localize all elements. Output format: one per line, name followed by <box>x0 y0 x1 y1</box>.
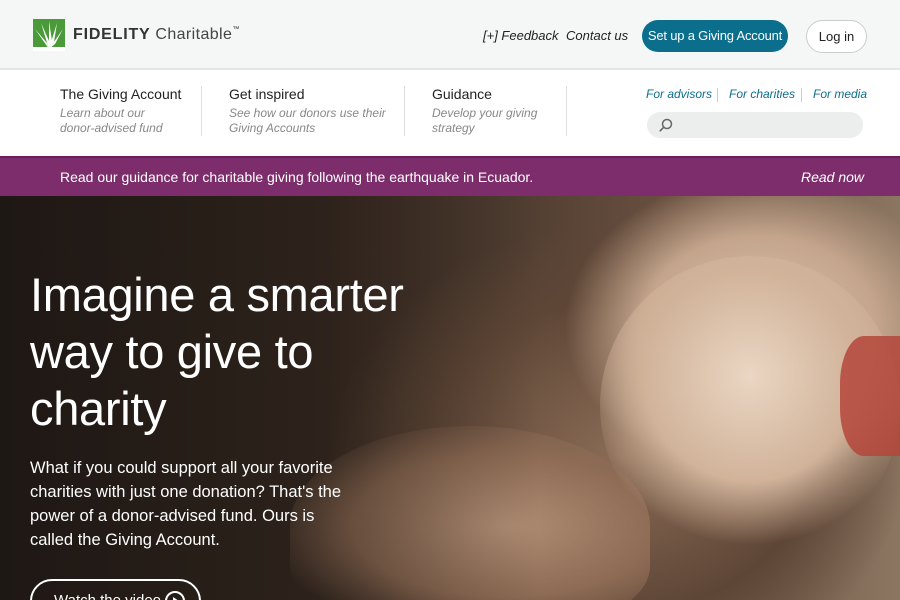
setup-giving-account-button[interactable]: Set up a Giving Account <box>642 20 788 52</box>
nav-item-desc: strategy <box>432 121 475 135</box>
nav-item-desc: Giving Accounts <box>229 121 316 135</box>
top-bar: FIDELITY Charitable™ [+] Feedback Contac… <box>0 0 900 70</box>
hero-title: Imagine a smarter way to give to charity <box>30 268 404 435</box>
alert-banner: Read our guidance for charitable giving … <box>0 156 900 196</box>
read-now-link[interactable]: Read now <box>801 169 864 185</box>
watch-video-button[interactable]: Watch the video <box>30 579 201 600</box>
for-advisors-link[interactable]: For advisors <box>646 87 712 101</box>
hero-subtitle: What if you could support all your favor… <box>30 459 342 549</box>
search-icon <box>659 118 673 132</box>
for-media-link[interactable]: For media <box>813 87 867 101</box>
logo-brand: FIDELITY <box>73 26 151 43</box>
nav-item-title: Get inspired <box>229 86 305 102</box>
nav-item-title: Guidance <box>432 86 492 102</box>
watch-video-label: Watch the video <box>54 592 161 600</box>
nav-item-desc: See how our donors use their <box>229 106 386 120</box>
for-charities-link[interactable]: For charities <box>729 87 795 101</box>
logo-product: Charitable <box>155 26 233 43</box>
fidelity-charitable-logo[interactable]: FIDELITY Charitable™ <box>33 19 240 51</box>
nav-item-desc: donor-advised fund <box>60 121 163 135</box>
logo-trademark: ™ <box>232 26 240 33</box>
starburst-logo-icon <box>33 19 65 51</box>
audience-divider <box>801 88 802 102</box>
feedback-link[interactable]: [+] Feedback <box>483 28 559 43</box>
contact-us-link[interactable]: Contact us <box>566 28 628 43</box>
main-nav: The Giving Account Learn about our donor… <box>0 70 900 156</box>
audience-divider <box>717 88 718 102</box>
hero-section: Imagine a smarter way to give to charity… <box>0 196 900 600</box>
nav-item-desc: Learn about our <box>60 106 145 120</box>
banner-message: Read our guidance for charitable giving … <box>60 169 534 185</box>
nav-item-title: The Giving Account <box>60 86 182 102</box>
login-button[interactable]: Log in <box>806 20 867 53</box>
nav-item-giving-account[interactable]: The Giving Account Learn about our donor… <box>60 86 181 136</box>
nav-item-desc: Develop your giving <box>432 106 538 120</box>
play-icon <box>165 591 185 600</box>
nav-divider <box>566 86 567 136</box>
search-input[interactable] <box>647 112 863 138</box>
nav-divider <box>201 86 202 136</box>
nav-divider <box>404 86 405 136</box>
logo-wordmark: FIDELITY Charitable™ <box>73 26 240 44</box>
nav-item-guidance[interactable]: Guidance Develop your giving strategy <box>432 86 537 136</box>
nav-item-get-inspired[interactable]: Get inspired See how our donors use thei… <box>229 86 386 136</box>
